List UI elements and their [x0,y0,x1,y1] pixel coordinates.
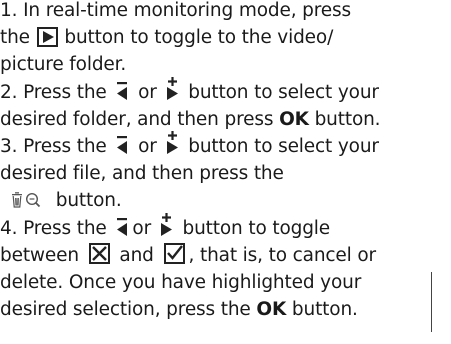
step-4-text: desired selection, press the [0,299,251,321]
step-4-line-3: delete. Once you have highlighted your [0,269,451,296]
instruction-steps: 1. In real-time monitoring mode, press t… [0,0,451,323]
cancel-box-icon [88,243,110,265]
step-3-line-3: button. [0,187,451,214]
step-4-text: or [132,217,152,239]
next-plus-button-icon [166,130,179,155]
step-4-text: button. [291,299,358,321]
step-1-line-3: picture folder. [0,51,451,78]
step-2-line-1: 2. Press the or button to select your [0,76,451,106]
delete-zoom-button-icon [10,191,46,209]
prev-minus-button-icon [116,133,128,155]
step-4-text: between [0,244,79,266]
step-1-text: the [0,27,30,49]
prev-minus-button-icon [116,79,128,101]
step-3-line-1: 3. Press the or button to select your [0,130,451,160]
step-1-line-2: the button to toggle to the video/ [0,24,451,51]
step-4-text: button to toggle [182,217,331,239]
next-plus-button-icon [160,212,173,237]
step-4-text: delete. Once you have highlighted your [0,271,362,293]
step-4-text: and [119,244,154,266]
step-2-text: desired folder, and then press [0,108,274,130]
step-4-line-4: desired selection, press the OK button. [0,296,451,323]
step-3-line-2: desired file, and then press the [0,160,451,187]
step-3-text: button to select your [188,135,379,157]
step-1-line-1: 1. In real-time monitoring mode, press [0,0,451,24]
play-button-icon [36,27,58,48]
step-4-line-1: 4. Press the or button to toggle [0,212,451,242]
prev-minus-button-icon [116,215,128,237]
next-plus-button-icon [166,76,179,101]
step-2-text: or [138,81,157,103]
step-3-text: button. [55,190,122,212]
step-3-text: desired file, and then press the [0,163,284,185]
step-2-text: 2. Press the [0,81,107,103]
ok-button-label: OK [279,108,309,130]
step-1-text: 1. In real-time monitoring mode, press [0,0,352,21]
step-1-text: button to toggle to the video/ [64,27,334,49]
step-4-text: 4. Press the [0,217,107,239]
step-2-text: button. [314,108,381,130]
step-1-text: picture folder. [0,54,127,76]
step-2-text: button to select your [188,81,379,103]
step-4-text: , that is, to cancel or [188,244,377,266]
step-4-line-2: between and , that is, to cancel or [0,242,451,269]
step-2-line-2: desired folder, and then press OK button… [0,106,451,133]
page-margin-rule [431,272,433,332]
ok-button-label: OK [256,299,287,321]
step-3-text: or [138,135,157,157]
step-3-text: 3. Press the [0,135,107,157]
confirm-checkbox-icon [163,243,185,265]
